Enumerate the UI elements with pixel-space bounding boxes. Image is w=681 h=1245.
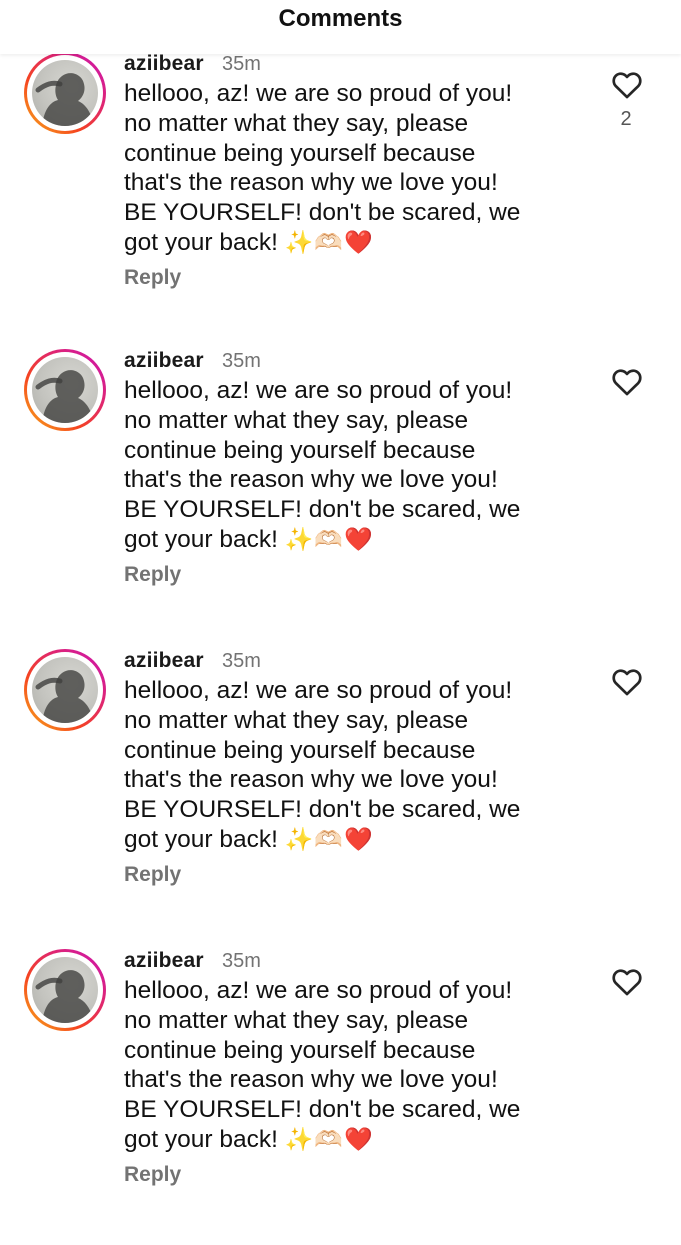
- comment-text: hellooo, az! we are so proud of you! no …: [124, 80, 521, 256]
- comment-item: aziibear 35m hellooo, az! we are so prou…: [0, 945, 681, 1245]
- like-button[interactable]: [610, 68, 644, 102]
- avatar: [32, 60, 98, 126]
- comment-username[interactable]: aziibear: [124, 52, 204, 76]
- avatar-story-ring[interactable]: [24, 52, 106, 134]
- avatar: [32, 957, 98, 1023]
- comment-item: aziibear 35m hellooo, az! we are so prou…: [0, 645, 681, 945]
- reply-button[interactable]: Reply: [124, 563, 181, 587]
- comment-item: aziibear 35m hellooo, az! we are so prou…: [0, 48, 681, 348]
- comment-username[interactable]: aziibear: [124, 949, 204, 973]
- comments-list: aziibear 35m hellooo, az! we are so prou…: [0, 0, 681, 1200]
- avatar-story-ring[interactable]: [24, 349, 106, 431]
- emoji-sequence: ✨🫶🏻❤️: [284, 228, 374, 255]
- comment-text: hellooo, az! we are so proud of you! no …: [124, 677, 521, 853]
- comment-text: hellooo, az! we are so proud of you! no …: [124, 977, 521, 1153]
- like-button[interactable]: [610, 365, 644, 399]
- emoji-sequence: ✨🫶🏻❤️: [284, 525, 374, 552]
- heart-outline-icon: [612, 969, 642, 996]
- page-title: Comments: [278, 5, 403, 32]
- avatar-story-ring[interactable]: [24, 949, 106, 1031]
- comment-item: aziibear 35m hellooo, az! we are so prou…: [0, 345, 681, 645]
- like-button[interactable]: [610, 965, 644, 999]
- comments-header: Comments: [0, 0, 681, 54]
- heart-outline-icon: [612, 669, 642, 696]
- like-count: 2: [620, 108, 632, 130]
- emoji-sequence: ✨🫶🏻❤️: [284, 1125, 374, 1152]
- heart-outline-icon: [612, 369, 642, 396]
- comment-timestamp: 35m: [222, 350, 261, 372]
- reply-button[interactable]: Reply: [124, 266, 181, 290]
- heart-outline-icon: [612, 72, 642, 99]
- like-button[interactable]: [610, 665, 644, 699]
- avatar: [32, 357, 98, 423]
- emoji-sequence: ✨🫶🏻❤️: [284, 825, 374, 852]
- comment-timestamp: 35m: [222, 950, 261, 972]
- comment-username[interactable]: aziibear: [124, 649, 204, 673]
- avatar: [32, 657, 98, 723]
- reply-button[interactable]: Reply: [124, 863, 181, 887]
- comment-timestamp: 35m: [222, 53, 261, 75]
- reply-button[interactable]: Reply: [124, 1163, 181, 1187]
- comment-username[interactable]: aziibear: [124, 349, 204, 373]
- comment-timestamp: 35m: [222, 650, 261, 672]
- comment-text: hellooo, az! we are so proud of you! no …: [124, 377, 521, 553]
- avatar-story-ring[interactable]: [24, 649, 106, 731]
